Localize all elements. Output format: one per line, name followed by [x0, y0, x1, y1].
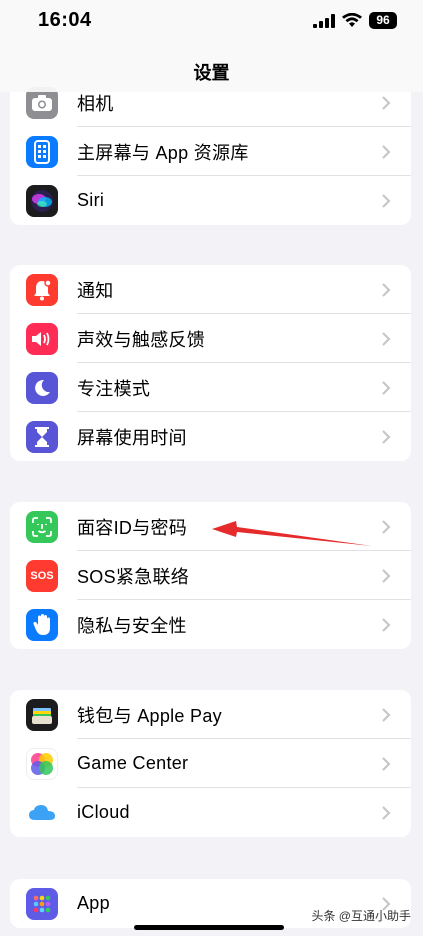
- settings-row-screen-time[interactable]: 屏幕使用时间: [10, 412, 411, 461]
- wallet-icon: [26, 698, 58, 731]
- home-screen-icon: [26, 135, 58, 168]
- cellular-signal-icon: [313, 13, 335, 28]
- hourglass-icon: [26, 420, 58, 453]
- speaker-icon: [26, 322, 58, 355]
- settings-row-label: Game Center: [77, 753, 189, 773]
- settings-row-label: 相机: [77, 93, 114, 114]
- settings-row-label: 专注模式: [77, 378, 151, 399]
- icloud-icon: [26, 796, 58, 829]
- chevron-right-icon: [382, 429, 391, 444]
- siri-icon: [26, 184, 58, 217]
- settings-row-siri[interactable]: Siri: [10, 176, 411, 225]
- moon-icon: [26, 371, 58, 404]
- chevron-right-icon: [382, 95, 391, 110]
- chevron-right-icon: [382, 144, 391, 159]
- settings-row-home-screen[interactable]: 主屏幕与 App 资源库: [10, 127, 411, 176]
- sos-icon: SOS: [26, 559, 58, 592]
- settings-row-label: App: [77, 893, 110, 913]
- status-bar-overlay: 16:04 96: [0, 0, 423, 44]
- status-time: 16:04: [38, 9, 92, 31]
- chevron-right-icon: [382, 331, 391, 346]
- chevron-right-icon: [382, 193, 391, 208]
- settings-row-game-center[interactable]: Game Center: [10, 739, 411, 788]
- settings-row-label: Siri: [77, 190, 105, 210]
- settings-row-label: SOS紧急联络: [77, 566, 190, 587]
- chevron-right-icon: [382, 617, 391, 632]
- chevron-right-icon: [382, 282, 391, 297]
- settings-group-4: 钱包与 Apple Pay Game Center iCloud: [10, 690, 411, 837]
- face-id-icon: [26, 510, 58, 543]
- settings-group-1: 相机 主屏幕与 App 资源库 Siri: [10, 78, 411, 225]
- notification-bell-icon: [26, 273, 58, 306]
- hand-icon: [26, 608, 58, 641]
- chevron-right-icon: [382, 756, 391, 771]
- home-indicator[interactable]: [134, 925, 284, 930]
- settings-group-3: 面容ID与密码 SOS SOS紧急联络 隐私与安全性: [10, 502, 411, 649]
- wifi-icon: [342, 13, 362, 27]
- chevron-right-icon: [382, 805, 391, 820]
- chevron-right-icon: [382, 519, 391, 534]
- chevron-right-icon: [382, 707, 391, 722]
- settings-row-label: 声效与触感反馈: [77, 329, 206, 350]
- settings-row-face-id[interactable]: 面容ID与密码: [10, 502, 411, 551]
- settings-row-wallet[interactable]: 钱包与 Apple Pay: [10, 690, 411, 739]
- page-title: 设置: [193, 63, 230, 83]
- chevron-right-icon: [382, 380, 391, 395]
- status-icons: 96: [313, 12, 397, 29]
- watermark-text: 头条 @互通小助手: [311, 909, 411, 923]
- settings-row-emergency-sos[interactable]: SOS SOS紧急联络: [10, 551, 411, 600]
- settings-row-icloud[interactable]: iCloud: [10, 788, 411, 837]
- settings-row-notifications[interactable]: 通知: [10, 265, 411, 314]
- chevron-right-icon: [382, 568, 391, 583]
- settings-row-label: 屏幕使用时间: [77, 427, 187, 448]
- settings-row-privacy[interactable]: 隐私与安全性: [10, 600, 411, 649]
- battery-indicator: 96: [369, 12, 397, 29]
- settings-row-label: 通知: [77, 280, 114, 301]
- apps-grid-icon: [26, 887, 58, 920]
- settings-row-focus[interactable]: 专注模式: [10, 363, 411, 412]
- settings-row-label: 隐私与安全性: [77, 615, 187, 636]
- settings-row-label: 主屏幕与 App 资源库: [77, 142, 249, 163]
- settings-row-sounds[interactable]: 声效与触感反馈: [10, 314, 411, 363]
- settings-row-label: 钱包与 Apple Pay: [77, 705, 222, 726]
- game-center-icon: [26, 747, 58, 780]
- settings-group-2: 通知 声效与触感反馈 专注模式 屏幕使用时间: [10, 265, 411, 461]
- settings-row-label: 面容ID与密码: [77, 517, 188, 538]
- settings-row-label: iCloud: [77, 802, 130, 822]
